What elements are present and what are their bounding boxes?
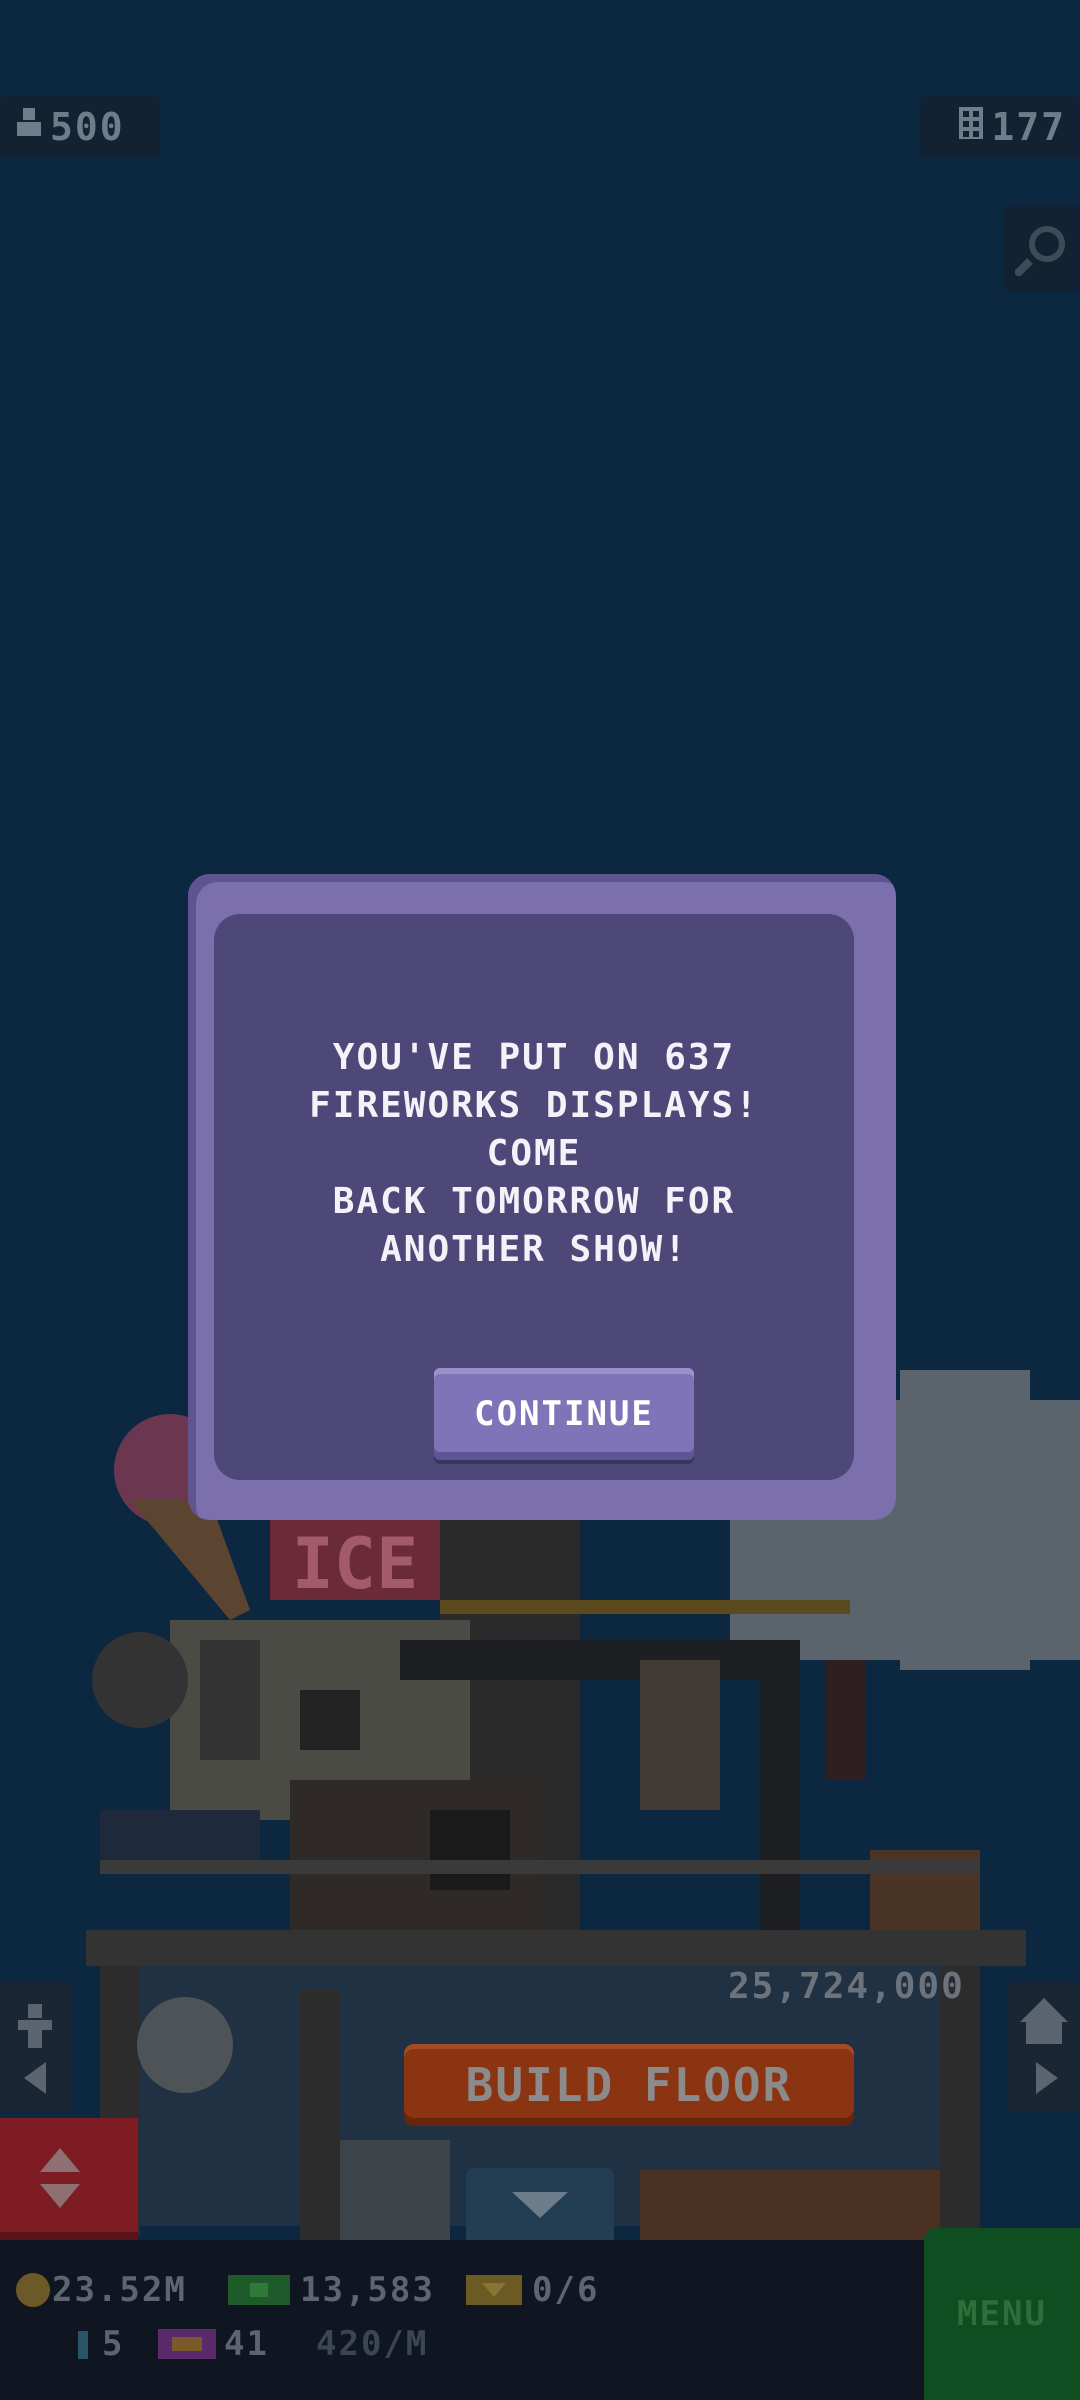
floor-price: 25,724,000 [728, 1966, 965, 2007]
scroll-down-button[interactable] [466, 2168, 614, 2240]
elevator-left-button[interactable] [0, 1982, 72, 2112]
vip-icon [158, 2329, 216, 2359]
rate-stat: 420/M [316, 2324, 428, 2364]
chevron-down-icon [512, 2192, 568, 2218]
home-right-button[interactable] [1008, 1982, 1080, 2112]
keys-stat: 5 [72, 2324, 124, 2364]
bux-icon [228, 2275, 290, 2305]
up-down-arrows-icon [40, 2148, 80, 2208]
coin-icon [16, 2273, 50, 2307]
vip-value: 41 [224, 2324, 269, 2364]
fireworks-dialog: YOU'VE PUT ON 637 FIREWORKS DISPLAYS! CO… [188, 874, 896, 1520]
keys-value: 5 [102, 2324, 125, 2364]
ticket-icon [466, 2275, 522, 2305]
person-arrow-left-icon [18, 2004, 52, 2094]
vip-stat: 41 [156, 2324, 269, 2364]
tickets-value: 0/6 [532, 2270, 600, 2310]
ice-sign-text: ICE [292, 1523, 418, 1605]
build-floor-button[interactable]: BUILD FLOOR [404, 2044, 854, 2126]
coins-stat: 23.52M [14, 2270, 187, 2310]
rate-value: 420/M [316, 2324, 429, 2364]
menu-button[interactable]: MENU [924, 2228, 1080, 2400]
continue-button[interactable]: CONTINUE [434, 1368, 694, 1460]
tickets-stat: 0/6 [464, 2270, 599, 2310]
dialog-message: YOU'VE PUT ON 637 FIREWORKS DISPLAYS! CO… [309, 1037, 759, 1270]
coins-value: 23.52M [52, 2270, 187, 2310]
game-screen: 500 177 ICE YOU'VE PUT ON 637 FIREWORKS … [0, 0, 1080, 2400]
bux-value: 13,583 [300, 2270, 435, 2310]
key-icon [78, 2331, 88, 2359]
bottom-status-bar [0, 2240, 1080, 2400]
home-arrow-right-icon [1020, 1998, 1068, 2094]
dialog-body: YOU'VE PUT ON 637 FIREWORKS DISPLAYS! CO… [214, 914, 854, 1480]
elevator-updown-button[interactable] [0, 2118, 138, 2240]
bux-stat: 13,583 [226, 2270, 435, 2310]
